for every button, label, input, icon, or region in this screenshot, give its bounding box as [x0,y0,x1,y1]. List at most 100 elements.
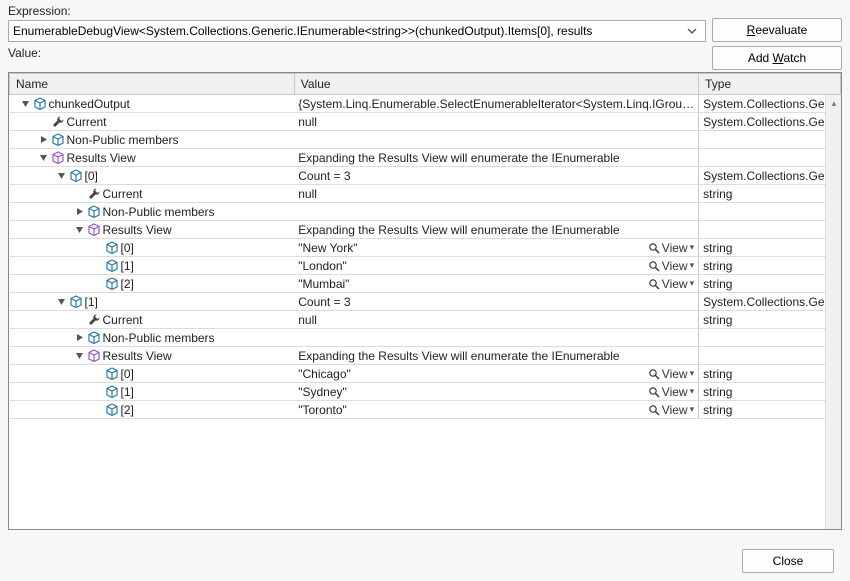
wrench-icon [87,187,101,201]
column-type[interactable]: Type [699,74,841,95]
row-value: "Chicago" [298,367,351,381]
table-row[interactable]: [2]"Mumbai"View▾string [10,275,841,293]
cube-blue-icon [105,277,119,291]
view-visualizer-button[interactable]: View▾ [648,385,694,399]
row-name: [0] [121,241,134,255]
table-row[interactable]: Results ViewExpanding the Results View w… [10,347,841,365]
row-type [699,203,841,221]
chevron-down-icon[interactable] [687,26,705,36]
row-value: null [298,187,317,201]
collapse-icon[interactable] [56,296,67,307]
table-row[interactable]: [1]Count = 3System.Collections.Ge… [10,293,841,311]
row-value: {System.Linq.Enumerable.SelectEnumerable… [298,97,694,111]
view-visualizer-button[interactable]: View▾ [648,241,694,255]
view-visualizer-button[interactable]: View▾ [648,367,694,381]
row-name: [0] [121,367,134,381]
row-type: string [699,311,841,329]
row-name: Results View [103,223,172,237]
table-row[interactable]: chunkedOutput {System.Linq.Enumerable.Sel… [10,95,841,113]
row-name: Current [67,115,107,129]
row-name: [1] [121,259,134,273]
row-value: Count = 3 [298,295,350,309]
row-type: System.Collections.Ge… [699,167,841,185]
row-value: Count = 3 [298,169,350,183]
close-button[interactable]: Close [742,549,834,573]
collapse-icon[interactable] [20,98,31,109]
row-type: string [699,383,841,401]
cube-blue-icon [105,259,119,273]
row-name: [0] [85,169,98,183]
wrench-icon [87,313,101,327]
row-value: Expanding the Results View will enumerat… [298,223,619,237]
table-row[interactable]: Non-Public members [10,131,841,149]
row-type: string [699,257,841,275]
row-type: string [699,275,841,293]
expression-label: Expression: [8,4,706,18]
vertical-scrollbar[interactable]: ▴ [825,95,841,529]
expand-icon[interactable] [74,332,85,343]
expression-field[interactable] [8,20,706,42]
expand-icon[interactable] [74,206,85,217]
row-type: string [699,185,841,203]
table-row[interactable]: Current null string [10,185,841,203]
collapse-icon[interactable] [38,152,49,163]
column-value[interactable]: Value [294,74,698,95]
cube-blue-icon [105,403,119,417]
add-watch-button[interactable]: Add Watch [712,46,842,70]
row-name: Current [103,187,143,201]
table-row[interactable]: [0] Count = 3 System.Collections.Ge… [10,167,841,185]
table-row[interactable]: [1]"Sydney"View▾string [10,383,841,401]
row-value: null [298,313,317,327]
table-row[interactable]: Results View Expanding the Results View w… [10,221,841,239]
collapse-icon[interactable] [74,224,85,235]
row-type [699,329,841,347]
row-type: System.Collections.Ge… [699,293,841,311]
table-row[interactable]: CurrentnullSystem.Collections.Ge… [10,113,841,131]
column-name[interactable]: Name [10,74,295,95]
collapse-icon[interactable] [56,170,67,181]
row-name: Non-Public members [103,331,215,345]
table-row[interactable]: [0]"New York"View▾string [10,239,841,257]
row-name: Non-Public members [67,133,179,147]
row-name: Results View [67,151,136,165]
table-row[interactable]: [0] "Chicago" View▾ string [10,365,841,383]
row-type: string [699,365,841,383]
view-visualizer-button[interactable]: View▾ [648,277,694,291]
scroll-up-icon[interactable]: ▴ [826,95,842,111]
table-row[interactable]: [1]"London"View▾string [10,257,841,275]
row-name: Results View [103,349,172,363]
cube-blue-icon [69,169,83,183]
cube-blue-icon [69,295,83,309]
table-row[interactable]: Results ViewExpanding the Results View w… [10,149,841,167]
row-name: chunkedOutput [49,97,130,111]
row-name: Non-Public members [103,205,215,219]
row-value: "Mumbai" [298,277,349,291]
view-visualizer-button[interactable]: View▾ [648,403,694,417]
expression-input[interactable] [9,22,687,40]
cube-purple-icon [51,151,65,165]
expand-icon[interactable] [38,134,49,145]
value-label: Value: [8,46,706,60]
view-visualizer-button[interactable]: View▾ [648,259,694,273]
cube-purple-icon [87,349,101,363]
row-type [699,149,841,167]
cube-blue-icon [105,367,119,381]
table-row[interactable]: Non-Public members [10,203,841,221]
table-row[interactable]: Currentnullstring [10,311,841,329]
reevaluate-button[interactable]: Reevaluate [712,18,842,42]
grid-header: Name Value Type [10,74,841,95]
row-name: [2] [121,403,134,417]
row-type: System.Collections.Ge… [699,113,841,131]
row-value: "Toronto" [298,403,347,417]
row-value: "New York" [298,241,357,255]
table-row[interactable]: Non-Public members [10,329,841,347]
cube-blue-icon [33,97,47,111]
cube-purple-icon [87,223,101,237]
cube-blue-icon [105,385,119,399]
row-value: "Sydney" [298,385,347,399]
cube-blue-icon [51,133,65,147]
collapse-icon[interactable] [74,350,85,361]
cube-blue-icon [105,241,119,255]
cube-blue-icon [87,205,101,219]
table-row[interactable]: [2]"Toronto"View▾string [10,401,841,419]
